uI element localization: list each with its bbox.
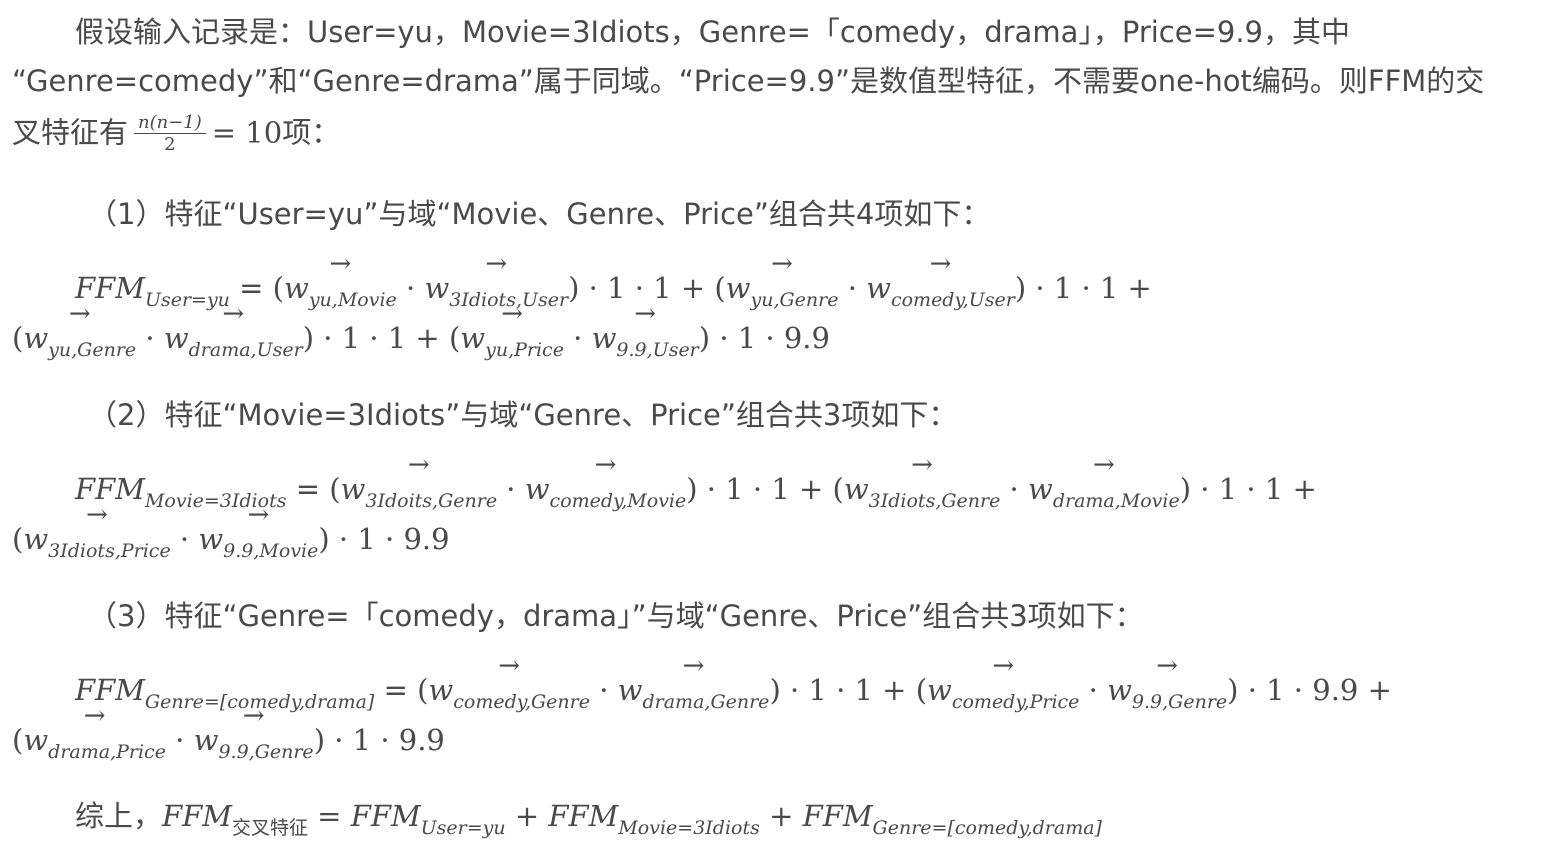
section-2-formula-line-2: (w3Idiots,Price · w9.9,Movie) · 1 · 9.9	[12, 521, 450, 562]
vector-term: w3Idiots,Genre	[844, 471, 1001, 512]
vector-term: wcomedy,Movie	[525, 471, 687, 512]
summary-term-b-subscript: Movie=3Idiots	[618, 817, 760, 839]
vector-term: w9.9,User	[592, 320, 699, 361]
vector-term: w9.9,Movie	[198, 521, 318, 562]
summary-term-a: FFM	[350, 799, 421, 833]
vector-term: w3Idiots,User	[424, 270, 568, 311]
vector-term: w9.9,Genre	[194, 722, 314, 763]
summary-prefix: 综上，	[75, 799, 163, 833]
summary-equals: =	[307, 799, 351, 833]
summary-term-a-subscript: User=yu	[420, 817, 506, 839]
summary-lhs: FFM	[162, 799, 232, 833]
term-tail: ) · 1 · 1 +	[1014, 271, 1152, 305]
term-tail: ) · 1 · 1 +	[1179, 472, 1317, 506]
section-3-formula-line-1: FFMGenre=[comedy,drama] = (wcomedy,Genre…	[75, 672, 1392, 713]
summary-term-c: FFM	[802, 799, 873, 833]
term-tail: ) · 1 · 1 + (	[769, 673, 928, 707]
term-tail: ) · 1 · 1 + (	[686, 472, 844, 506]
combination-fraction: n(n−1) 2	[134, 113, 206, 156]
ffm-lhs-subscript: User=yu	[144, 289, 230, 311]
vector-term: wdrama,Movie	[1028, 471, 1180, 512]
vector-term: wdrama,Genre	[618, 672, 770, 713]
term-tail: ) · 1 · 9.9 +	[1227, 673, 1392, 707]
term-tail: ) · 1 · 9.9	[318, 522, 450, 556]
vector-term: wdrama,User	[164, 320, 303, 361]
vector-term: w3Idiots,Price	[23, 521, 170, 562]
fraction-numerator: n(n−1)	[134, 113, 206, 134]
fraction-result: = 10	[211, 115, 283, 150]
section-3-heading: （3）特征“Genre=「comedy，drama」”与域“Genre、Pric…	[88, 599, 1144, 633]
summary-lhs-subscript: 交叉特征	[231, 817, 308, 839]
summary-line: 综上，FFM交叉特征 = FFMUser=yu + FFMMovie=3Idio…	[75, 798, 1102, 839]
summary-plus: +	[505, 799, 549, 833]
intro-line-2: “Genre=comedy”和“Genre=drama”属于同域。“Price=…	[12, 64, 1485, 98]
equals-sign: =	[383, 673, 418, 707]
vector-term: wdrama,Price	[23, 722, 166, 763]
intro-line-3-prefix: 叉特征有	[12, 115, 129, 150]
term-tail: ) · 1 · 9.9	[313, 723, 445, 757]
vector-term: wyu,Genre	[23, 320, 136, 361]
document-body: 假设输入记录是：User=yu，Movie=3Idiots，Genre=「com…	[0, 0, 1568, 846]
vector-term: wyu,Price	[460, 320, 564, 361]
term-tail: ) · 1 · 1 + (	[302, 321, 461, 355]
vector-term: w9.9,Genre	[1107, 672, 1227, 713]
vector-term: wcomedy,Price	[927, 672, 1079, 713]
section-2-heading: （2）特征“Movie=3Idiots”与域“Genre、Price”组合共3项…	[88, 398, 958, 432]
vector-term: w3Idoits,Genre	[341, 471, 498, 512]
equals-sign: =	[239, 271, 273, 305]
vector-term: wyu,Movie	[284, 270, 397, 311]
fraction-denominator: 2	[164, 134, 176, 155]
summary-plus: +	[759, 799, 803, 833]
vector-term: wyu,Genre	[726, 270, 839, 311]
vector-term: wcomedy,Genre	[428, 672, 590, 713]
equals-sign: =	[295, 472, 330, 506]
section-1-formula-line-2: (wyu,Genre · wdrama,User) · 1 · 1 + (wyu…	[12, 320, 830, 361]
intro-line-1: 假设输入记录是：User=yu，Movie=3Idiots，Genre=「com…	[75, 15, 1351, 49]
term-tail: ) · 1 · 9.9	[698, 321, 830, 355]
vector-term: wcomedy,User	[866, 270, 1015, 311]
intro-line-3: 叉特征有 n(n−1) 2 = 10项：	[12, 113, 340, 156]
intro-line-3-suffix: 项：	[282, 115, 341, 150]
section-1-heading: （1）特征“User=yu”与域“Movie、Genre、Price”组合共4项…	[88, 197, 991, 231]
summary-term-c-subscript: Genre=[comedy,drama]	[872, 817, 1102, 839]
section-3-formula-line-2: (wdrama,Price · w9.9,Genre) · 1 · 9.9	[12, 722, 445, 763]
summary-term-b: FFM	[548, 799, 619, 833]
